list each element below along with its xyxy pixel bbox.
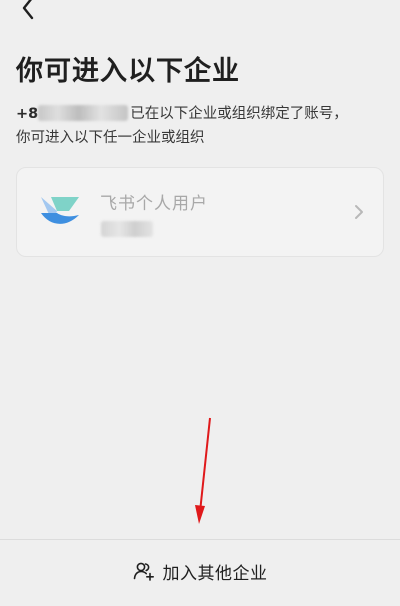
phone-number-prefix: +8 (16, 106, 39, 122)
chevron-left-icon (22, 0, 34, 20)
page-title: 你可进入以下企业 (16, 56, 240, 87)
chevron-right-icon (355, 205, 363, 219)
join-other-org-button[interactable]: 加入其他企业 (0, 540, 400, 602)
org-card-feishu-personal[interactable]: 飞书个人用户 (16, 167, 384, 257)
back-button[interactable] (10, 0, 42, 22)
feishu-logo-icon (41, 197, 79, 224)
description-line-1: +8 已在以下企业或组织绑定了账号， (16, 102, 388, 126)
org-name: 飞书个人用户 (100, 194, 208, 214)
masked-phone-number (38, 105, 129, 121)
masked-user-name (101, 221, 153, 237)
add-user-icon (133, 562, 154, 581)
description-text-1: 已在以下企业或组织绑定了账号， (130, 106, 348, 122)
bound-accounts-description: +8 已在以下企业或组织绑定了账号， 你可进入以下任一企业或组织 (16, 102, 388, 150)
join-other-org-label: 加入其他企业 (162, 563, 268, 584)
description-line-2: 你可进入以下任一企业或组织 (16, 130, 205, 146)
annotation-arrow (195, 417, 211, 524)
